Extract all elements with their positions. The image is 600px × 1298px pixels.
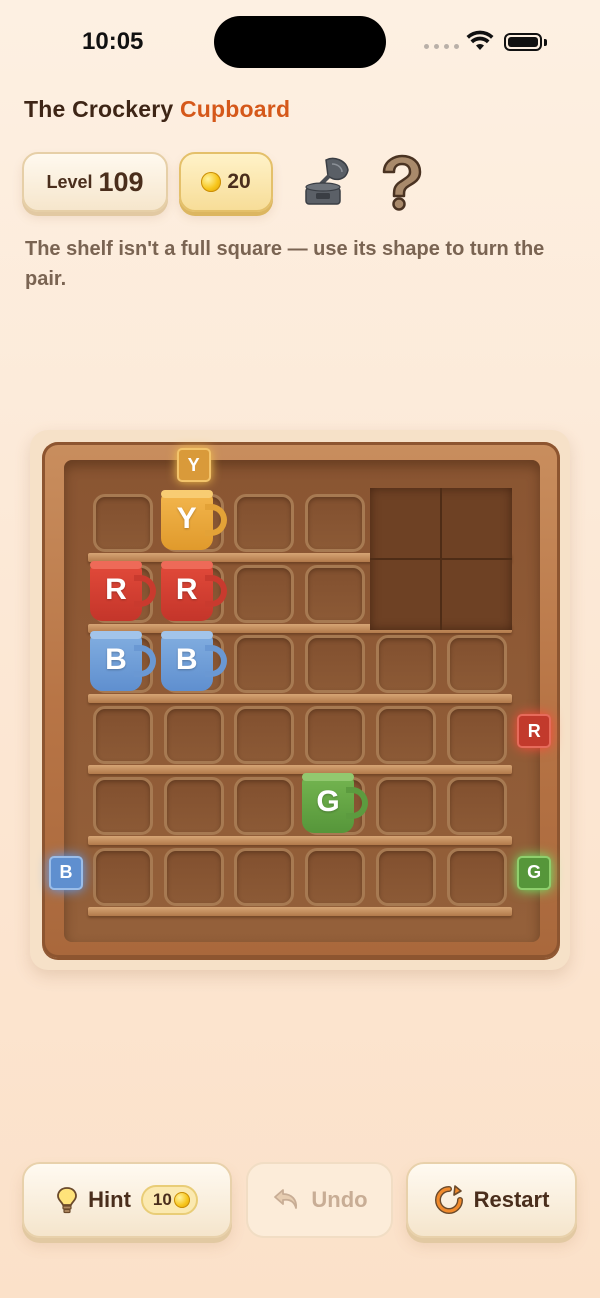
red-mug[interactable]: R bbox=[90, 559, 156, 623]
shelf-slot[interactable] bbox=[305, 706, 366, 765]
shelf-slot[interactable] bbox=[234, 564, 295, 623]
mug-letter: Y bbox=[176, 502, 197, 535]
cellular-signal-icon bbox=[424, 44, 459, 49]
dynamic-island bbox=[214, 16, 386, 68]
yellow-mug[interactable]: Y bbox=[160, 488, 227, 552]
shelf-slot[interactable] bbox=[446, 847, 507, 906]
restart-icon bbox=[434, 1185, 463, 1214]
shelf-slot[interactable] bbox=[234, 706, 295, 765]
shelf-grid: Y R R B B G bbox=[88, 488, 512, 916]
coin-icon bbox=[201, 172, 222, 192]
shelf-slot[interactable] bbox=[93, 847, 153, 906]
restart-button[interactable]: Restart bbox=[406, 1162, 577, 1238]
shelf-slot[interactable] bbox=[163, 776, 224, 835]
shelf-slot[interactable] bbox=[234, 635, 295, 694]
shelf-slot[interactable] bbox=[93, 706, 153, 765]
page-title: The Crockery Cupboard bbox=[24, 96, 290, 123]
hint-cost-badge: 10 bbox=[140, 1185, 198, 1215]
level-instruction: The shelf isn't a full square — use its … bbox=[25, 238, 545, 290]
title-part1: The Crockery bbox=[24, 96, 180, 122]
shelf-slot[interactable] bbox=[375, 706, 436, 765]
mug-letter: R bbox=[105, 572, 127, 606]
hint-cost: 10 bbox=[152, 1190, 172, 1209]
undo-label: Undo bbox=[311, 1187, 368, 1212]
shelf-slot[interactable] bbox=[446, 635, 507, 694]
blue-mug[interactable]: B bbox=[90, 629, 156, 693]
gramophone-icon[interactable] bbox=[296, 152, 352, 212]
yellow-target-tag: Y bbox=[176, 448, 211, 482]
red-target-tag: R bbox=[517, 714, 552, 749]
blue-mug[interactable]: B bbox=[160, 629, 227, 693]
shelf-slot[interactable] bbox=[446, 776, 507, 835]
shelf-row bbox=[88, 700, 512, 775]
coin-count: 20 bbox=[227, 170, 251, 193]
level-number: 109 bbox=[98, 166, 144, 197]
title-accent: Cupboard bbox=[180, 96, 291, 122]
hint-bulb-icon bbox=[57, 1187, 78, 1214]
mug-letter: B bbox=[175, 643, 198, 677]
shelf-slot[interactable] bbox=[375, 776, 436, 835]
red-mug[interactable]: R bbox=[160, 559, 227, 623]
mug-letter: G bbox=[316, 784, 340, 818]
level-badge: Level 109 bbox=[22, 152, 168, 212]
coin-icon bbox=[173, 1192, 190, 1208]
hint-button[interactable]: Hint 10 bbox=[22, 1162, 232, 1238]
shelf-slot[interactable] bbox=[234, 776, 295, 835]
status-icons bbox=[424, 30, 554, 54]
shelf-slot[interactable] bbox=[305, 564, 366, 623]
status-time: 10:05 bbox=[82, 28, 144, 55]
shelf-slot[interactable] bbox=[305, 494, 366, 552]
green-mug[interactable]: G bbox=[302, 771, 369, 835]
mug-letter: B bbox=[105, 643, 127, 677]
wifi-icon bbox=[466, 30, 494, 50]
shelf-slot[interactable] bbox=[234, 494, 295, 552]
undo-icon bbox=[274, 1189, 298, 1209]
level-label: Level bbox=[46, 171, 93, 192]
mug-letter: R bbox=[175, 572, 198, 606]
shelf-plank bbox=[88, 906, 512, 916]
green-target-tag: G bbox=[517, 855, 552, 890]
shelf-slot[interactable] bbox=[305, 847, 366, 906]
blue-target-tag: B bbox=[49, 855, 83, 890]
battery-cap bbox=[544, 39, 547, 46]
shelf-slot[interactable] bbox=[163, 847, 224, 906]
shelf-slot[interactable] bbox=[375, 847, 436, 906]
shelf-row bbox=[88, 771, 512, 845]
battery-icon bbox=[504, 33, 542, 51]
shelf-slot[interactable] bbox=[446, 706, 507, 765]
shelf-slot[interactable] bbox=[163, 706, 224, 765]
shelf-row bbox=[88, 842, 512, 916]
hint-label: Hint bbox=[88, 1187, 131, 1212]
shelf-slot[interactable] bbox=[93, 776, 153, 835]
blocked-shelf-area bbox=[370, 488, 512, 630]
shelf-slot[interactable] bbox=[234, 847, 295, 906]
shelf-slot[interactable] bbox=[305, 635, 366, 694]
help-icon[interactable] bbox=[370, 152, 426, 212]
undo-button[interactable]: Undo bbox=[246, 1162, 393, 1238]
coin-balance: 20 bbox=[179, 152, 273, 212]
shelf-slot[interactable] bbox=[93, 494, 153, 552]
shelf-slot[interactable] bbox=[375, 635, 436, 694]
restart-label: Restart bbox=[473, 1187, 550, 1212]
